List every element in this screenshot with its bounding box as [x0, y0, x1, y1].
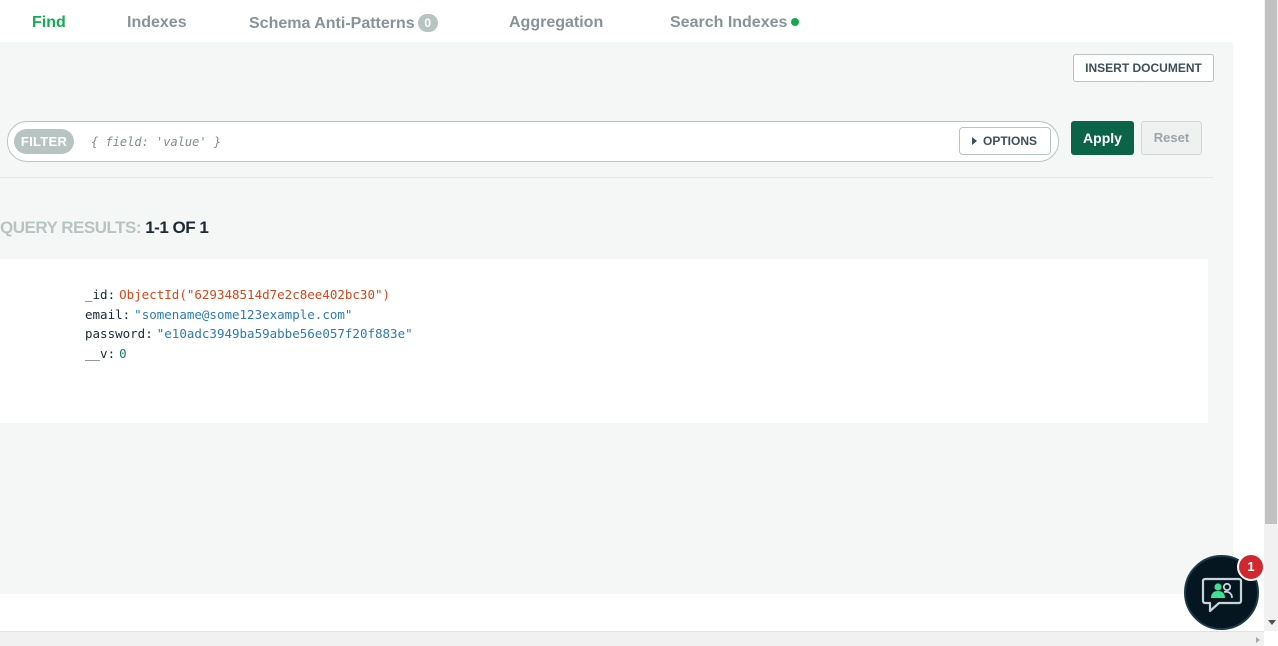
scroll-right-arrow-icon[interactable]: [1256, 637, 1260, 643]
apply-button[interactable]: Apply: [1071, 121, 1134, 155]
tab-aggregation[interactable]: Aggregation: [509, 14, 603, 32]
document-field-row: _id: ObjectId("629348514d7e2c8ee402bc30"): [85, 287, 391, 302]
field-value-string: "e10adc3949ba59abbe56e057f20f883e": [156, 326, 413, 342]
tab-schema-anti-patterns[interactable]: Schema Anti-Patterns 0: [249, 14, 438, 33]
query-results-header: QUERY RESULTS: 1-1 OF 1: [0, 218, 209, 238]
field-key: password: [85, 326, 146, 342]
tab-indexes-label: Indexes: [127, 14, 187, 31]
filter-input[interactable]: [91, 129, 951, 154]
document-card[interactable]: _id: ObjectId("629348514d7e2c8ee402bc30")…: [0, 259, 1208, 423]
horizontal-scrollbar[interactable]: [0, 631, 1264, 646]
query-results-label: QUERY RESULTS:: [0, 218, 141, 237]
field-value-objectid: ObjectId("629348514d7e2c8ee402bc30"): [119, 287, 391, 302]
tab-aggregation-label: Aggregation: [509, 14, 604, 31]
chat-people-icon: [1201, 577, 1243, 613]
scroll-down-arrow-icon[interactable]: [1268, 620, 1276, 625]
caret-right-icon: [972, 137, 977, 145]
vertical-scrollbar-thumb[interactable]: [1265, 0, 1277, 524]
field-value-number: 0: [119, 346, 127, 362]
options-button[interactable]: OPTIONS: [959, 127, 1051, 155]
document-field-row: password: "e10adc3949ba59abbe56e057f20f88…: [85, 326, 413, 342]
status-dot-icon: [791, 18, 800, 26]
notification-badge: 1: [1237, 553, 1265, 581]
tab-search-indexes-label: Search Indexes: [670, 14, 788, 31]
anti-patterns-count-badge: 0: [417, 14, 438, 32]
field-key: _id: [85, 287, 108, 302]
options-label: OPTIONS: [983, 134, 1038, 148]
tab-search-indexes[interactable]: Search Indexes: [670, 14, 800, 32]
tab-indexes[interactable]: Indexes: [127, 14, 187, 32]
tab-schema-anti-patterns-label: Schema Anti-Patterns: [249, 15, 415, 32]
query-results-count: 1-1 OF 1: [145, 218, 209, 237]
tab-find-label: Find: [32, 14, 66, 31]
documents-panel: INSERT DOCUMENT FILTER OPTIONS Apply Res…: [0, 42, 1233, 594]
query-filter-bar: FILTER OPTIONS: [7, 121, 1059, 162]
document-field-row: __v: 0: [85, 346, 127, 362]
document-fields: _id: ObjectId("629348514d7e2c8ee402bc30")…: [85, 285, 413, 364]
field-value-string: "somename@some123example.com": [134, 306, 353, 322]
document-field-row: email: "somename@some123example.com": [85, 306, 353, 322]
filter-label: FILTER: [14, 129, 74, 154]
divider: [0, 177, 1213, 178]
collection-tabs: Find Indexes Schema Anti-Patterns 0 Aggre…: [0, 0, 1233, 42]
compass-documents-view: Find Indexes Schema Anti-Patterns 0 Aggre…: [0, 0, 1278, 646]
field-key: email: [85, 306, 123, 322]
tab-find[interactable]: Find: [32, 14, 66, 32]
insert-document-button[interactable]: INSERT DOCUMENT: [1073, 54, 1214, 82]
reset-button[interactable]: Reset: [1141, 121, 1202, 155]
field-key: __v: [85, 346, 108, 362]
